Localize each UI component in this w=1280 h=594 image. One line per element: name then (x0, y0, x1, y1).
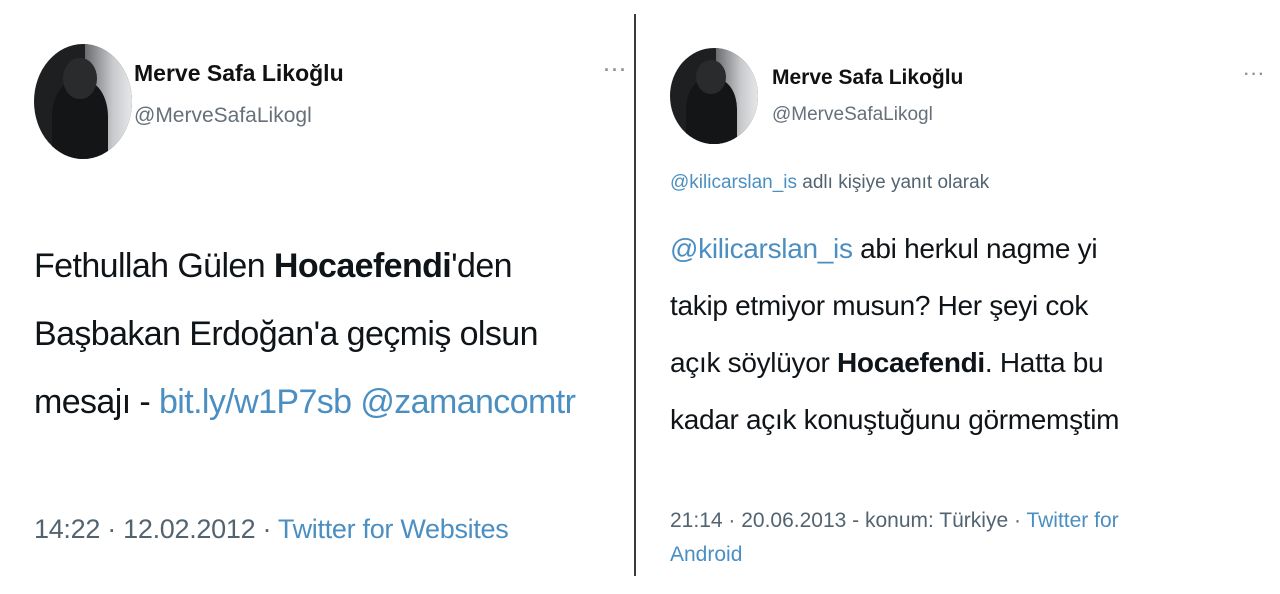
short-link[interactable]: bit.ly/w1P7sb (159, 383, 352, 421)
tweet-line-1: @kilicarslan_is abi herkul nagme yi (670, 233, 1098, 264)
tweet-source[interactable]: Twitter for (1026, 509, 1118, 532)
tweet-card-right: Merve Safa Likoğlu @MerveSafaLikogl ··· … (640, 0, 1280, 594)
tweet-source-continued[interactable]: Android (670, 538, 1119, 572)
divider (634, 14, 636, 576)
meta-line-1: 21:14 · 20.06.2013 - konum: Türkiye · Tw… (670, 504, 1119, 538)
timestamp[interactable]: 14:22 · 12.02.2012 · (34, 514, 278, 544)
user-handle[interactable]: @MerveSafaLikogl (772, 104, 933, 126)
tweet-meta: 21:14 · 20.06.2013 - konum: Türkiye · Tw… (670, 504, 1119, 572)
avatar-head (63, 57, 97, 100)
tweet-line-2: takip etmiyor musun? Her şeyi cok (670, 290, 1089, 321)
avatar[interactable] (34, 44, 132, 159)
timestamp-location[interactable]: 21:14 · 20.06.2013 - konum: Türkiye · (670, 509, 1026, 532)
user-handle[interactable]: @MerveSafaLikogl (134, 104, 312, 128)
tweet-line-1: Fethullah Gülen Hocaefendi'den (34, 247, 513, 285)
tweet-line-3: açık söylüyor Hocaefendi. Hatta bu (670, 347, 1104, 378)
tweet-line-4: kadar açık konuştuğunu görmemştim (670, 404, 1120, 435)
tweet-source[interactable]: Twitter for Websites (278, 514, 509, 544)
avatar[interactable] (670, 48, 758, 144)
more-options-icon[interactable]: ··· (604, 60, 628, 81)
tweet-meta: 14:22 · 12.02.2012 · Twitter for Website… (34, 514, 509, 545)
reply-context: @kilicarslan_is adlı kişiye yanıt olarak (670, 172, 990, 193)
avatar-head (696, 59, 727, 95)
mention-link[interactable]: @zamancomtr (360, 383, 576, 421)
reply-to-user-link[interactable]: @kilicarslan_is (670, 172, 797, 193)
mention-link[interactable]: @kilicarslan_is (670, 233, 853, 264)
display-name[interactable]: Merve Safa Likoğlu (772, 66, 963, 90)
tweet-line-3: mesajı - bit.ly/w1P7sb @zamancomtr (34, 383, 576, 421)
tweet-line-2: Başbakan Erdoğan'a geçmiş olsun (34, 315, 538, 353)
display-name[interactable]: Merve Safa Likoğlu (134, 60, 344, 87)
tweet-card-left: Merve Safa Likoğlu @MerveSafaLikogl ··· … (0, 0, 632, 594)
tweet-body: Fethullah Gülen Hocaefendi'den Başbakan … (34, 232, 576, 436)
tweet-body: @kilicarslan_is abi herkul nagme yi taki… (670, 220, 1120, 448)
more-options-icon[interactable]: ··· (1244, 66, 1266, 84)
